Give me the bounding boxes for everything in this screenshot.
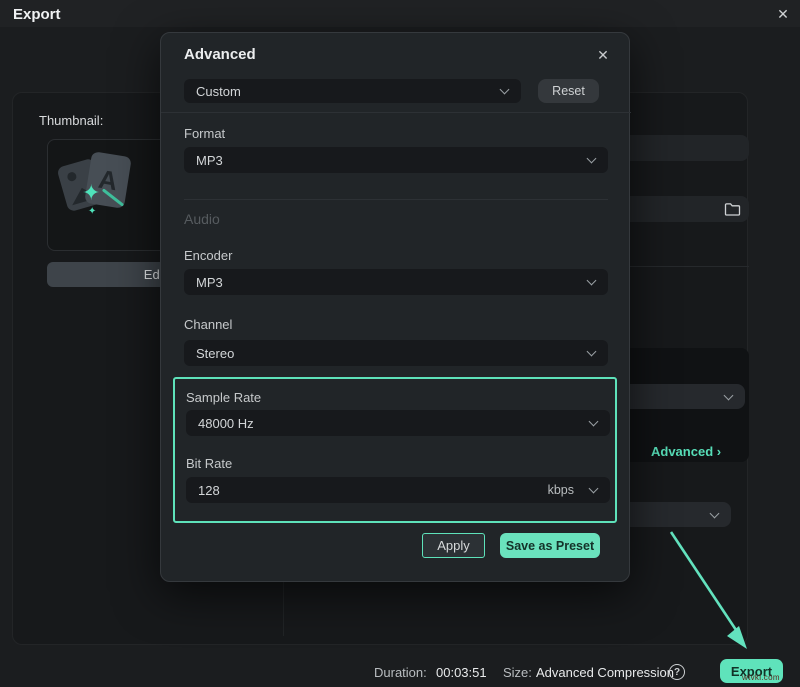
dialog-close-icon[interactable]: ✕ [593, 45, 613, 65]
watermark: wtvkl.com [742, 673, 780, 682]
chevron-down-icon [587, 347, 597, 357]
sample-rate-select[interactable]: 48000 Hz [186, 410, 610, 436]
channel-select-value: Stereo [196, 346, 234, 361]
folder-icon[interactable] [724, 202, 741, 216]
preset-select-value: Custom [196, 84, 241, 99]
advanced-dialog: Advanced ✕ Custom Reset Format MP3 Audio… [160, 32, 630, 582]
thumbnail-label: Thumbnail: [39, 113, 103, 128]
chevron-down-icon [589, 484, 599, 494]
size-value: Advanced Compression [536, 665, 674, 680]
chevron-down-icon [587, 154, 597, 164]
divider [161, 112, 631, 113]
encoder-select-value: MP3 [196, 275, 223, 290]
help-icon[interactable]: ? [669, 664, 685, 680]
channel-select[interactable]: Stereo [184, 340, 608, 366]
channel-label: Channel [184, 317, 232, 332]
chevron-down-icon [724, 390, 734, 400]
reset-button[interactable]: Reset [538, 79, 599, 103]
sparkle-icon: ✦ [82, 180, 100, 206]
duration-label: Duration: [374, 665, 427, 680]
chevron-down-icon [500, 85, 510, 95]
sample-rate-value: 48000 Hz [198, 416, 254, 431]
format-select-value: MP3 [196, 153, 223, 168]
chevron-down-icon [587, 276, 597, 286]
chevron-down-icon [710, 508, 720, 518]
format-label: Format [184, 126, 225, 141]
preset-select[interactable]: Custom [184, 79, 521, 103]
divider [184, 199, 608, 200]
encoder-select[interactable]: MP3 [184, 269, 608, 295]
window-close-icon[interactable]: ✕ [772, 4, 794, 24]
bit-rate-label: Bit Rate [186, 456, 232, 471]
dialog-title: Advanced [184, 46, 256, 63]
save-as-preset-button[interactable]: Save as Preset [500, 533, 600, 558]
apply-button[interactable]: Apply [422, 533, 485, 558]
format-select[interactable]: MP3 [184, 147, 608, 173]
duration-value: 00:03:51 [436, 665, 487, 680]
sample-rate-label: Sample Rate [186, 390, 261, 405]
audio-section-label: Audio [184, 211, 220, 227]
bit-rate-unit: kbps [548, 483, 574, 497]
size-label: Size: [503, 665, 532, 680]
title-bar [0, 0, 800, 27]
bit-rate-select[interactable]: 128 kbps [186, 477, 610, 503]
highlight-box: Sample Rate 48000 Hz Bit Rate 128 kbps [173, 377, 617, 523]
advanced-settings-link[interactable]: Advanced › [651, 444, 721, 459]
sparkle-icon: ✦ [88, 206, 96, 217]
encoder-label: Encoder [184, 248, 232, 263]
chevron-down-icon [589, 417, 599, 427]
bit-rate-value: 128 [198, 483, 220, 498]
window-title: Export [13, 6, 61, 23]
